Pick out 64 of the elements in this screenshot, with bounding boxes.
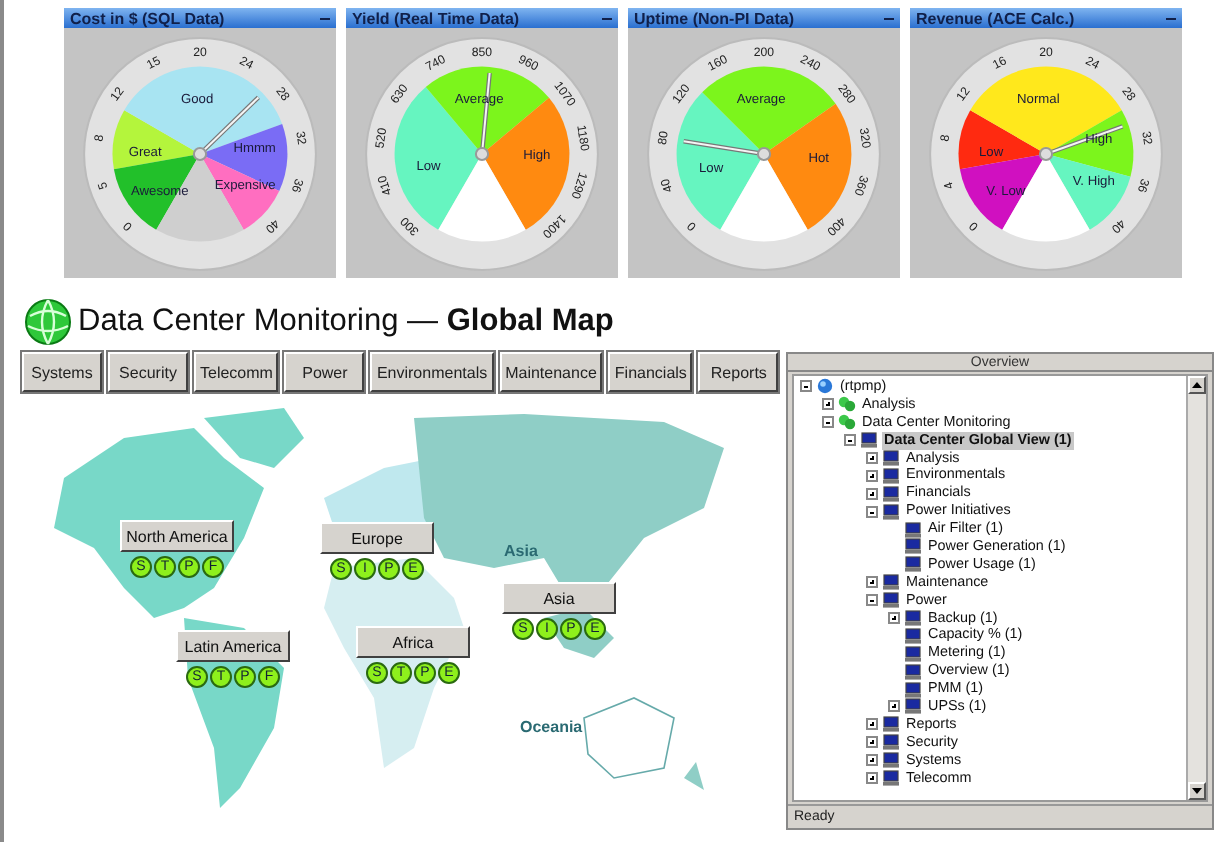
computer-icon — [882, 734, 900, 751]
collapse-toggle[interactable] — [866, 505, 878, 518]
computer-icon — [904, 663, 922, 680]
computer-icon — [882, 752, 900, 769]
computer-icon — [860, 432, 878, 449]
computer-icon — [904, 538, 922, 555]
nav-button[interactable]: Security — [108, 352, 188, 392]
expand-toggle[interactable] — [866, 452, 878, 464]
computer-icon — [882, 592, 900, 609]
nav-button[interactable]: Reports — [698, 352, 779, 392]
computer-icon — [882, 467, 900, 484]
collapse-toggle[interactable] — [822, 416, 834, 429]
region-button[interactable]: North America — [120, 520, 234, 552]
computer-icon — [882, 503, 900, 520]
minimize-icon[interactable] — [320, 17, 330, 19]
collapse-toggle[interactable] — [800, 380, 812, 393]
expand-toggle[interactable] — [888, 612, 900, 625]
panel-title: Yield (Real Time Data) — [352, 9, 520, 27]
down-arrow-icon[interactable] — [1192, 788, 1202, 794]
expand-toggle[interactable] — [866, 576, 878, 589]
globe-logo-icon — [24, 298, 72, 346]
computer-icon — [904, 556, 922, 573]
computer-icon — [904, 698, 922, 715]
page-heading: Data Center Monitoring — Global Map — [78, 304, 614, 340]
computer-icon — [904, 610, 922, 627]
computer-icon — [904, 627, 922, 644]
expand-toggle[interactable] — [866, 718, 878, 731]
computer-icon — [904, 645, 922, 662]
computer-icon — [882, 485, 900, 502]
map-label: Asia — [504, 542, 538, 560]
nav-button[interactable]: Maintenance — [499, 352, 603, 392]
region-button[interactable]: Asia — [502, 582, 616, 614]
panel-title: Uptime (Non-PI Data) — [634, 9, 794, 27]
expand-toggle[interactable] — [866, 754, 878, 767]
nav-button[interactable]: Financials — [608, 352, 693, 392]
globe-icon — [816, 378, 834, 395]
region-button[interactable]: Africa — [356, 626, 470, 658]
minimize-icon[interactable] — [1166, 17, 1176, 19]
up-arrow-icon[interactable] — [1192, 382, 1202, 388]
minimize-icon[interactable] — [884, 17, 894, 19]
nav-button[interactable]: Environmentals — [370, 352, 494, 392]
map-label: Oceania — [520, 718, 583, 736]
region-button[interactable]: Europe — [320, 522, 434, 554]
expand-toggle[interactable] — [866, 736, 878, 749]
computer-icon — [904, 521, 922, 538]
nav-button[interactable]: Systems — [22, 352, 102, 392]
expand-toggle[interactable] — [866, 469, 878, 482]
expand-toggle[interactable] — [866, 772, 878, 785]
region-button[interactable]: Latin America — [176, 630, 290, 662]
collapse-toggle[interactable] — [844, 434, 856, 447]
scrollbar[interactable] — [1186, 376, 1206, 800]
nav-button[interactable]: Power — [284, 352, 365, 392]
expand-toggle[interactable] — [822, 398, 834, 411]
computer-icon — [882, 770, 900, 787]
nav-button[interactable]: Telecomm — [194, 352, 279, 392]
computer-icon — [882, 716, 900, 733]
expand-toggle[interactable] — [888, 700, 900, 713]
computer-icon — [882, 574, 900, 591]
expand-toggle[interactable] — [866, 487, 878, 500]
panel-title: Cost in $ (SQL Data) — [70, 9, 225, 27]
panel-title: Revenue (ACE Calc.) — [916, 9, 1075, 27]
computer-icon — [904, 681, 922, 698]
collapse-toggle[interactable] — [866, 594, 878, 607]
minimize-icon[interactable] — [602, 17, 612, 19]
